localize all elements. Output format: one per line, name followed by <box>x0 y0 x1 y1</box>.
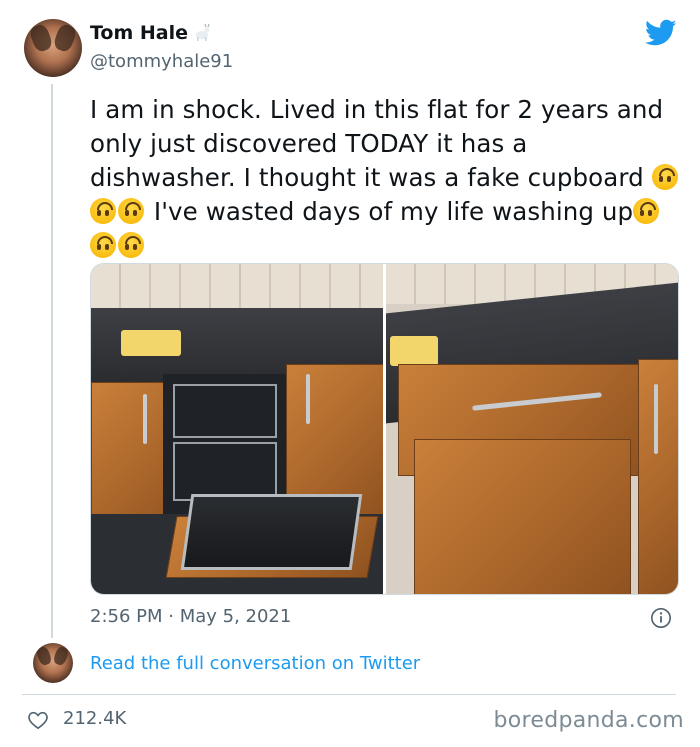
upside-down-face-icon <box>633 198 660 224</box>
twitter-bird-icon[interactable] <box>645 19 677 47</box>
upside-down-face-icon <box>90 232 116 258</box>
author-name-row[interactable]: Tom Hale <box>90 22 212 44</box>
tweet-media[interactable] <box>90 263 679 595</box>
author-display-name[interactable]: Tom Hale <box>90 22 188 44</box>
upside-down-face-icon <box>118 198 144 224</box>
upside-down-face-icon <box>118 232 144 258</box>
photo-open-dishwasher[interactable] <box>91 264 383 594</box>
tweet-text: I am in shock. Lived in this flat for 2 … <box>90 93 680 263</box>
author-handle[interactable]: @tommyhale91 <box>90 51 233 72</box>
photo-closed-cupboard[interactable] <box>386 264 678 594</box>
upside-down-face-icon <box>651 164 678 190</box>
author-avatar[interactable] <box>24 19 82 77</box>
upside-down-face-icon <box>90 198 116 224</box>
goat-icon <box>196 23 210 41</box>
tweet-timestamp[interactable]: 2:56 PM · May 5, 2021 <box>90 606 291 627</box>
thread-line <box>51 84 53 638</box>
tweet-text-part-2: I've wasted days of my life washing up <box>146 197 634 226</box>
reply-avatar[interactable] <box>33 643 73 683</box>
tweet-text-part-1: I am in shock. Lived in this flat for 2 … <box>90 95 664 192</box>
read-conversation-link[interactable]: Read the full conversation on Twitter <box>90 653 420 674</box>
watermark: boredpanda.com <box>493 708 684 733</box>
divider <box>22 694 676 695</box>
like-count: 212.4K <box>63 708 127 729</box>
info-icon[interactable] <box>650 607 672 629</box>
heart-icon[interactable] <box>27 710 49 730</box>
